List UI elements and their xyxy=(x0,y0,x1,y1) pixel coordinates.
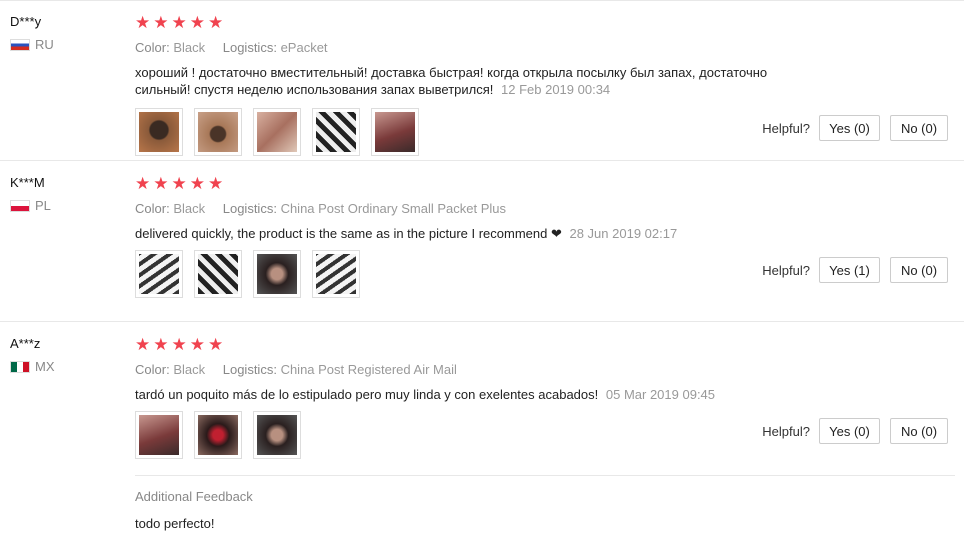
additional-feedback: Additional Feedback todo perfecto! xyxy=(135,475,955,531)
helpful-vote: Helpful? Yes (0) No (0) xyxy=(762,115,948,141)
logistics-value: ePacket xyxy=(280,40,328,55)
logistics-value: China Post Ordinary Small Packet Plus xyxy=(280,201,506,216)
review-photo[interactable] xyxy=(253,108,301,156)
review-text: хороший ! достаточно вместительный! дост… xyxy=(135,65,768,97)
review-date: 12 Feb 2019 00:34 xyxy=(501,82,611,97)
helpful-no-button[interactable]: No (0) xyxy=(890,257,948,283)
color-label: Color: xyxy=(135,40,170,55)
helpful-vote: Helpful? Yes (0) No (0) xyxy=(762,418,948,444)
review-text-block: хороший ! достаточно вместительный! дост… xyxy=(135,64,805,98)
mexico-flag-icon xyxy=(10,360,30,373)
review-photos xyxy=(135,411,301,459)
color-value: Black xyxy=(173,201,206,216)
review-photos xyxy=(135,108,419,156)
logistics-label: Logistics: xyxy=(222,201,277,216)
helpful-yes-button[interactable]: Yes (1) xyxy=(819,257,880,283)
rating-stars: ★★★★★ xyxy=(135,174,227,193)
helpful-vote: Helpful? Yes (1) No (0) xyxy=(762,257,948,283)
review-photo[interactable] xyxy=(194,108,242,156)
review-date: 05 Mar 2019 09:45 xyxy=(605,387,716,402)
logistics-value: China Post Registered Air Mail xyxy=(280,362,457,377)
helpful-yes-button[interactable]: Yes (0) xyxy=(819,115,880,141)
country-code: PL xyxy=(35,198,51,213)
review-photo[interactable] xyxy=(135,108,183,156)
review-text: tardó un poquito más de lo estipulado pe… xyxy=(135,387,599,402)
review-photo[interactable] xyxy=(371,108,419,156)
review-photo[interactable] xyxy=(135,250,183,298)
helpful-label: Helpful? xyxy=(762,423,810,439)
review-photo[interactable] xyxy=(135,411,183,459)
review-item: K***M PL ★★★★★ Color: Black Logistics: C… xyxy=(0,161,964,322)
country-code: MX xyxy=(35,359,55,374)
color-label: Color: xyxy=(135,362,170,377)
review-photo[interactable] xyxy=(194,250,242,298)
review-date: 28 Jun 2019 02:17 xyxy=(569,226,678,241)
reviewer-name: D***y xyxy=(10,14,42,29)
review-text-block: tardó un poquito más de lo estipulado pe… xyxy=(135,386,805,403)
helpful-yes-button[interactable]: Yes (0) xyxy=(819,418,880,444)
review-photo[interactable] xyxy=(253,250,301,298)
reviewer-info: K***M PL xyxy=(10,175,51,213)
order-info: Color: Black Logistics: China Post Regis… xyxy=(135,362,815,377)
helpful-no-button[interactable]: No (0) xyxy=(890,418,948,444)
review-body: ★★★★★ Color: Black Logistics: China Post… xyxy=(135,336,815,403)
additional-feedback-title: Additional Feedback xyxy=(135,489,253,504)
review-photo[interactable] xyxy=(253,411,301,459)
review-photo[interactable] xyxy=(312,108,360,156)
helpful-label: Helpful? xyxy=(762,262,810,278)
reviewer-info: D***y RU xyxy=(10,14,54,52)
reviewer-name: K***M xyxy=(10,175,45,190)
reviewer-info: A***z MX xyxy=(10,336,55,374)
logistics-label: Logistics: xyxy=(222,40,277,55)
review-body: ★★★★★ Color: Black Logistics: China Post… xyxy=(135,175,815,242)
review-photos xyxy=(135,250,360,298)
color-label: Color: xyxy=(135,201,170,216)
review-body: ★★★★★ Color: Black Logistics: ePacket хо… xyxy=(135,14,815,98)
helpful-label: Helpful? xyxy=(762,120,810,136)
review-text: delivered quickly, the product is the sa… xyxy=(135,226,562,241)
country-code: RU xyxy=(35,37,54,52)
reviewer-country: PL xyxy=(10,198,51,213)
order-info: Color: Black Logistics: ePacket xyxy=(135,40,815,55)
additional-feedback-text: todo perfecto! xyxy=(135,516,215,531)
logistics-label: Logistics: xyxy=(222,362,277,377)
review-photo[interactable] xyxy=(312,250,360,298)
review-item: D***y RU ★★★★★ Color: Black Logistics: e… xyxy=(0,0,964,161)
reviewer-country: MX xyxy=(10,359,55,374)
poland-flag-icon xyxy=(10,199,30,212)
review-item: A***z MX ★★★★★ Color: Black Logistics: C… xyxy=(0,322,964,541)
color-value: Black xyxy=(173,40,206,55)
review-photo[interactable] xyxy=(194,411,242,459)
reviewer-name: A***z xyxy=(10,336,41,351)
rating-stars: ★★★★★ xyxy=(135,13,227,32)
russia-flag-icon xyxy=(10,38,30,51)
order-info: Color: Black Logistics: China Post Ordin… xyxy=(135,201,815,216)
reviewer-country: RU xyxy=(10,37,54,52)
helpful-no-button[interactable]: No (0) xyxy=(890,115,948,141)
rating-stars: ★★★★★ xyxy=(135,335,227,354)
color-value: Black xyxy=(173,362,206,377)
review-text-block: delivered quickly, the product is the sa… xyxy=(135,225,805,242)
